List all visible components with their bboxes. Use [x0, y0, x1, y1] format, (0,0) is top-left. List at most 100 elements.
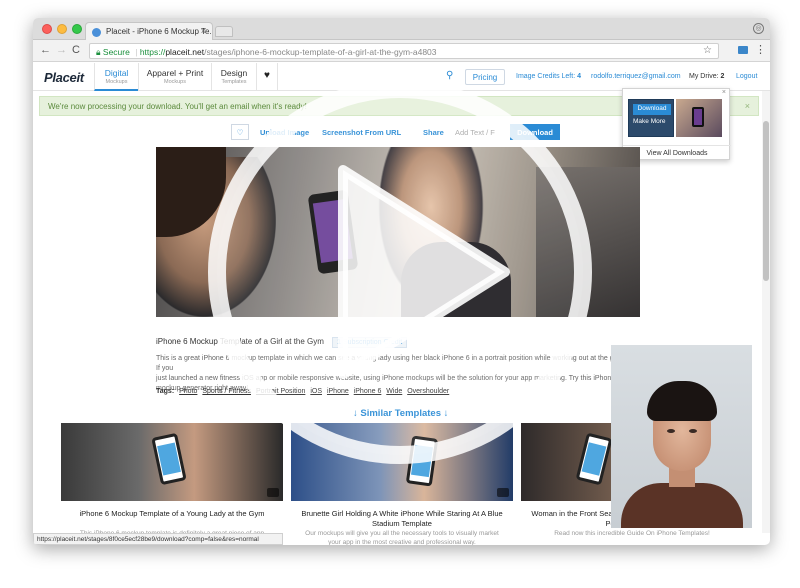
account-email-link[interactable]: rodolfo.terriquez@gmail.com: [591, 73, 681, 80]
nav-sublabel: Templates: [221, 79, 247, 85]
card-image[interactable]: [61, 423, 283, 501]
page-scrollbar[interactable]: [762, 91, 770, 533]
nav-apparel-print[interactable]: Apparel + Print Mockups: [138, 63, 211, 91]
title-bar: Placeit - iPhone 6 Mockup Te... × ◎: [33, 18, 770, 41]
screenshot-url-button[interactable]: Screenshot From URL: [322, 128, 401, 137]
profile-icon[interactable]: ◎: [753, 23, 764, 34]
download-button[interactable]: Download: [510, 124, 560, 140]
tag-link[interactable]: Wide: [386, 388, 402, 395]
credits-value: 4: [577, 73, 581, 80]
new-tab-button[interactable]: [215, 26, 233, 37]
placeit-logo[interactable]: Placeit: [44, 70, 84, 85]
reload-icon[interactable]: C: [72, 44, 80, 56]
template-title-row: iPhone 6 Mockup Template of a Girl at th…: [156, 337, 408, 348]
nav-label: Digital: [104, 68, 129, 78]
tag-link[interactable]: Overshoulder: [407, 388, 449, 395]
thumbnail-phone: [692, 107, 704, 127]
pricing-button[interactable]: Pricing: [465, 69, 505, 85]
similar-template-card[interactable]: Brunette Girl Holding A White iPhone Whi…: [291, 423, 513, 545]
favorite-heart-button[interactable]: ♡: [231, 124, 249, 140]
subscription-credit-badge: 1 Subscription Credit: [332, 337, 408, 348]
screen: Placeit - iPhone 6 Mockup Te... × ◎ ← → …: [0, 0, 800, 588]
nav-sublabel: Mockups: [163, 79, 186, 85]
back-icon[interactable]: ←: [40, 44, 51, 56]
download-thumbnail[interactable]: [676, 99, 722, 137]
tag-link[interactable]: iPhone 6: [354, 388, 382, 395]
drive-value: 2: [720, 73, 725, 80]
card-phone: [151, 432, 187, 486]
tag-link[interactable]: Sports / Fitness: [202, 388, 251, 395]
presenter-shirt: [621, 483, 743, 528]
description-line: just launched a new fitness iOS app or m…: [156, 375, 621, 382]
url-scheme: https://: [139, 47, 166, 57]
maximize-window-button[interactable]: [72, 24, 82, 34]
popup-close-icon[interactable]: ×: [722, 89, 726, 96]
my-drive-link[interactable]: My Drive: 2: [689, 73, 724, 80]
card-phone: [575, 432, 613, 486]
status-bar-url: https://placeit.net/stages/8f0ce5ecf28be…: [33, 533, 283, 545]
nav-label: Apparel + Print: [146, 68, 204, 78]
nav-digital-mockups[interactable]: Digital Mockups: [94, 63, 138, 91]
similar-template-card[interactable]: iPhone 6 Mockup Template of a Young Lady…: [61, 423, 283, 545]
notice-text: We're now processing your download. You'…: [48, 102, 307, 111]
share-button[interactable]: Share: [423, 128, 444, 137]
scrollbar-thumb[interactable]: [763, 121, 769, 281]
card-image[interactable]: [291, 423, 513, 501]
card-phone: [405, 435, 439, 487]
nav-design-templates[interactable]: Design Templates: [211, 63, 256, 91]
camera-icon: [267, 488, 279, 497]
presenter-hair: [647, 381, 717, 421]
logout-link[interactable]: Logout: [736, 73, 757, 80]
search-icon[interactable]: ⚲: [446, 70, 453, 81]
similar-templates-heading: ↓ Similar Templates ↓: [353, 408, 449, 419]
browser-tab[interactable]: Placeit - iPhone 6 Mockup Te... ×: [85, 22, 213, 41]
url-host: placeit.net: [165, 47, 205, 57]
tag-link[interactable]: iOS: [310, 388, 322, 395]
card-description: Read now this incredible Guide On iPhone…: [554, 530, 710, 537]
iphone-mockup: [307, 189, 359, 275]
card-phone-screen: [157, 442, 181, 476]
bookmark-star-icon[interactable]: ☆: [703, 45, 712, 56]
forward-icon[interactable]: →: [56, 44, 67, 56]
card-description: Our mockups will give you all the necess…: [305, 530, 499, 545]
address-separator: |: [135, 47, 138, 57]
tab-close-icon[interactable]: ×: [201, 26, 206, 36]
card-title[interactable]: Brunette Girl Holding A White iPhone Whi…: [291, 509, 513, 529]
notice-close-icon[interactable]: ×: [745, 101, 750, 111]
camera-icon: [497, 488, 509, 497]
phone-screen: [312, 199, 353, 263]
credits-label: Image Credits Left:: [516, 73, 578, 80]
editor-action-bar: ♡ Upload Image Screenshot From URL Share…: [231, 124, 562, 140]
template-title: iPhone 6 Mockup Template of a Girl at th…: [156, 337, 324, 346]
secure-label: Secure: [102, 47, 130, 57]
download-thumbnail-active[interactable]: Download Make More: [628, 99, 674, 137]
popup-download-button[interactable]: Download: [633, 104, 671, 115]
mockup-preview-image: [156, 147, 640, 317]
nav-sublabel: Mockups: [105, 79, 128, 85]
minimize-window-button[interactable]: [57, 24, 67, 34]
card-title[interactable]: iPhone 6 Mockup Template of a Young Lady…: [61, 509, 283, 519]
close-window-button[interactable]: [42, 24, 52, 34]
extension-icon[interactable]: [738, 46, 748, 54]
gym-background: [536, 167, 640, 317]
card-phone-screen: [411, 444, 433, 478]
browser-toolbar: ← → C 🔒︎ Secure | https://placeit.net/st…: [33, 40, 770, 62]
drive-label: My Drive:: [689, 73, 721, 80]
browser-menu-icon[interactable]: ⋮: [755, 43, 766, 56]
url-path: /stages/iphone-6-mockup-template-of-a-gi…: [204, 47, 437, 57]
tag-link[interactable]: Portrait Position: [256, 388, 305, 395]
site-header: Placeit Digital Mockups Apparel + Print …: [33, 63, 770, 91]
tags-label: Tags:: [156, 388, 175, 395]
add-text-button[interactable]: Add Text / F: [455, 128, 495, 137]
presenter-eye: [667, 429, 675, 433]
tag-link[interactable]: Photo: [179, 388, 197, 395]
tag-link[interactable]: iPhone: [327, 388, 349, 395]
card-phone-screen: [581, 442, 607, 476]
tab-title: Placeit - iPhone 6 Mockup Te...: [106, 27, 213, 36]
favorites-heart-icon[interactable]: ♥: [256, 63, 278, 91]
upload-image-button[interactable]: Upload Image: [260, 128, 309, 137]
presenter-webcam: [611, 345, 752, 528]
address-bar[interactable]: 🔒︎ Secure | https://placeit.net/stages/i…: [89, 43, 719, 59]
image-credits[interactable]: Image Credits Left: 4: [516, 73, 581, 80]
make-more-link[interactable]: Make More: [633, 118, 666, 125]
